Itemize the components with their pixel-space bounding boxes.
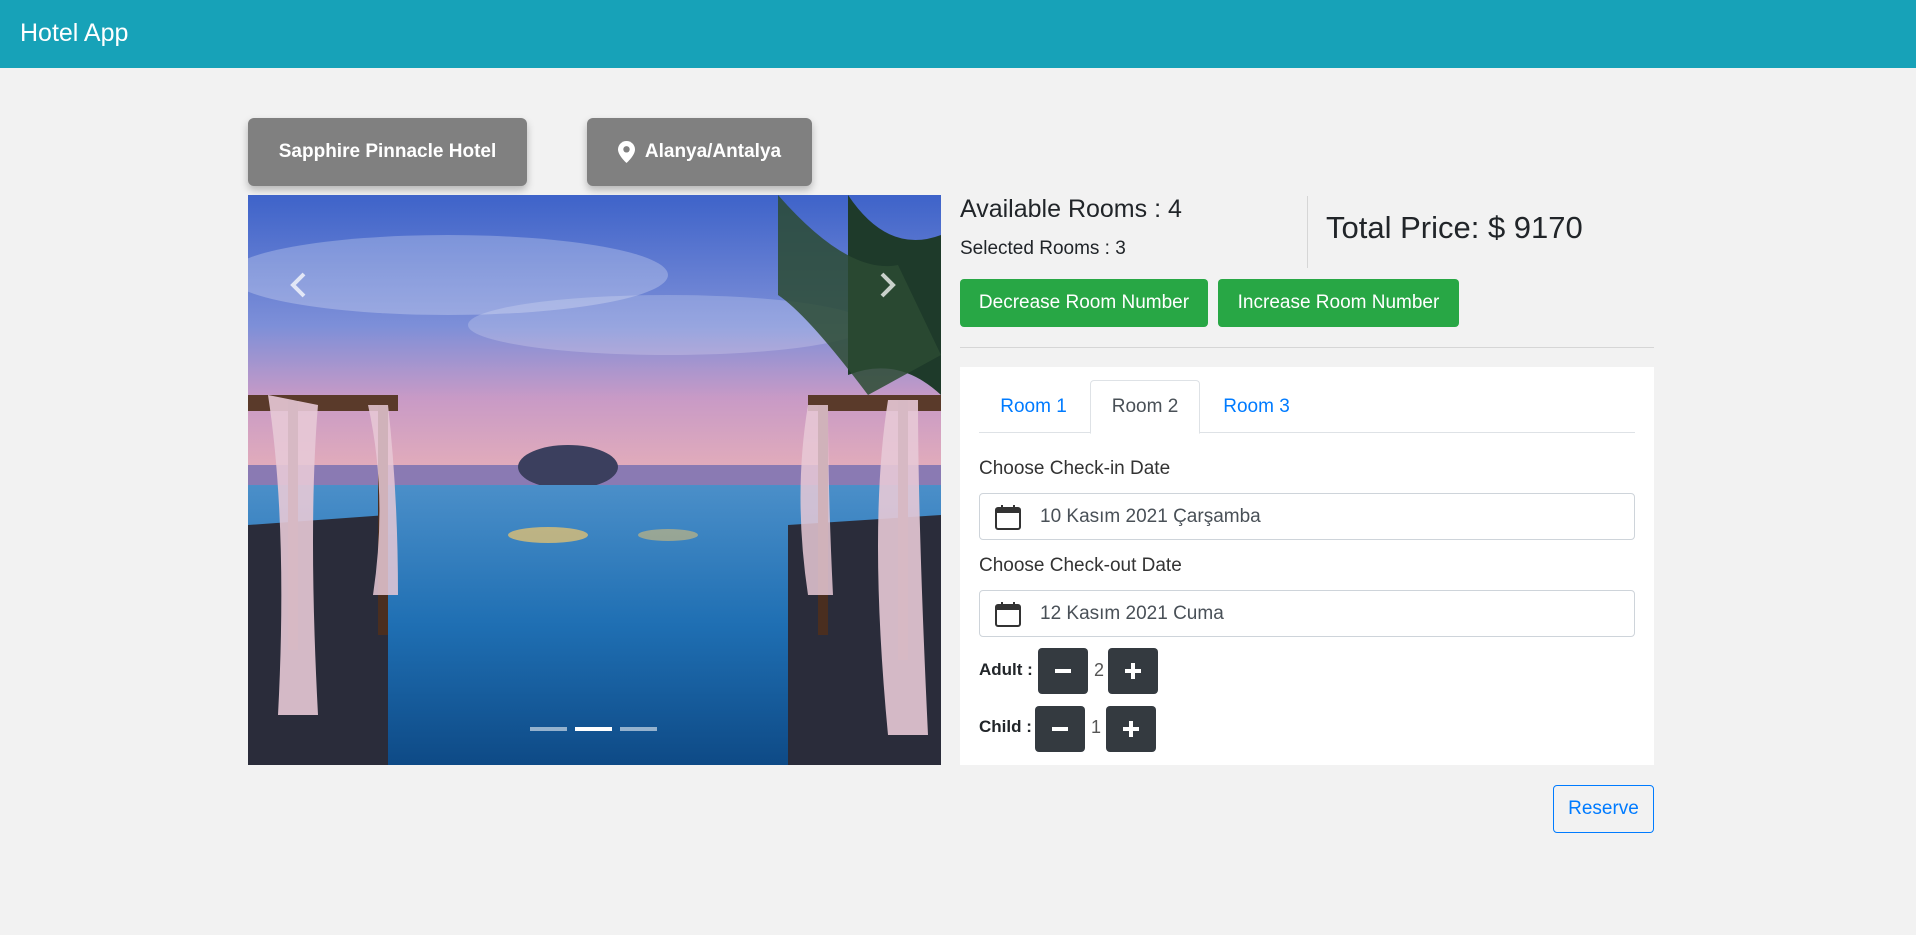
pool-photo — [248, 195, 941, 765]
child-label: Child : — [979, 717, 1032, 736]
total-price: Total Price: $ 9170 — [1326, 210, 1583, 245]
chevron-left-icon — [290, 272, 306, 298]
calendar-icon — [994, 503, 1022, 531]
plus-icon — [1123, 721, 1139, 737]
plus-icon — [1125, 663, 1141, 679]
increase-room-button[interactable]: Increase Room Number — [1218, 279, 1459, 327]
chevron-right-icon — [880, 272, 896, 298]
carousel-prev-button[interactable] — [283, 265, 313, 305]
minus-icon — [1055, 669, 1071, 673]
reserve-button[interactable]: Reserve — [1553, 785, 1654, 833]
checkin-label: Choose Check-in Date — [979, 458, 1171, 479]
hotel-image-carousel[interactable] — [248, 195, 941, 765]
tab-room-2[interactable]: Room 2 — [1090, 380, 1200, 434]
checkout-date-value: 12 Kasım 2021 Cuma — [1040, 602, 1224, 624]
adult-increase-button[interactable] — [1108, 648, 1158, 694]
tab-room-3[interactable]: Room 3 — [1201, 380, 1312, 433]
carousel-indicator-3[interactable] — [620, 727, 657, 731]
checkin-date-value: 10 Kasım 2021 Çarşamba — [1040, 505, 1261, 527]
tab-room-1[interactable]: Room 1 — [979, 380, 1088, 433]
minus-icon — [1052, 727, 1068, 731]
checkout-label: Choose Check-out Date — [979, 555, 1182, 576]
map-pin-icon — [617, 141, 635, 163]
selected-rooms: Selected Rooms : 3 — [960, 238, 1126, 259]
child-increase-button[interactable] — [1106, 706, 1156, 752]
location-text: Alanya/Antalya — [644, 141, 782, 162]
hotel-name: Sapphire Pinnacle Hotel — [278, 141, 497, 162]
adult-count: 2 — [1094, 660, 1105, 680]
adult-decrease-button[interactable] — [1038, 648, 1088, 694]
hotel-name-badge: Sapphire Pinnacle Hotel — [248, 118, 527, 186]
checkout-date-field[interactable]: 12 Kasım 2021 Cuma — [979, 590, 1635, 637]
horizontal-divider — [960, 347, 1654, 348]
child-decrease-button[interactable] — [1035, 706, 1085, 752]
carousel-indicators — [530, 727, 657, 731]
room-tabs: Room 1 Room 2 Room 3 — [979, 380, 1635, 434]
calendar-icon — [994, 600, 1022, 628]
carousel-indicator-2[interactable] — [575, 727, 612, 731]
child-count: 1 — [1091, 717, 1102, 737]
location-badge: Alanya/Antalya — [587, 118, 812, 186]
navbar: Hotel App — [0, 0, 1916, 68]
adult-label: Adult : — [979, 660, 1033, 679]
decrease-room-button[interactable]: Decrease Room Number — [960, 279, 1208, 327]
carousel-indicator-1[interactable] — [530, 727, 567, 731]
carousel-next-button[interactable] — [873, 265, 903, 305]
app-brand[interactable]: Hotel App — [20, 19, 128, 48]
available-rooms: Available Rooms : 4 — [960, 195, 1182, 223]
vertical-divider — [1307, 196, 1308, 268]
checkin-date-field[interactable]: 10 Kasım 2021 Çarşamba — [979, 493, 1635, 540]
